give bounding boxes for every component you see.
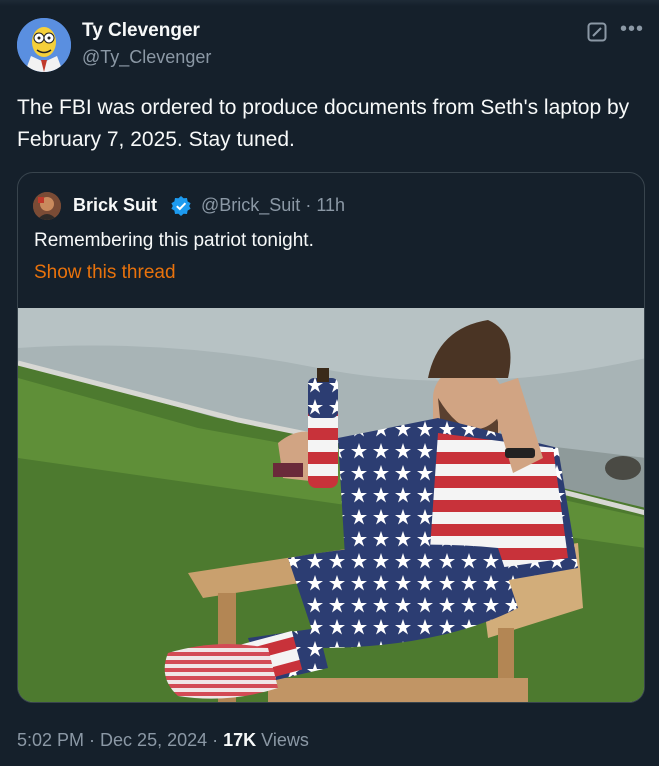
photo-illustration [18, 308, 644, 702]
quoted-author-avatar[interactable] [33, 192, 61, 220]
author-handle[interactable]: @Ty_Clevenger [82, 47, 211, 68]
footer-separator: · [207, 730, 224, 750]
author-name[interactable]: Ty Clevenger [82, 20, 200, 42]
more-dots-icon[interactable]: ••• [620, 18, 644, 41]
quoted-text: Remembering this patriot tonight. [34, 230, 314, 251]
quoted-author-name[interactable]: Brick Suit [73, 195, 157, 216]
quoted-tweet[interactable]: Brick Suit @Brick_Suit · 11h Remembering… [17, 172, 645, 703]
avatar-illustration [17, 18, 71, 72]
quoted-author-handle[interactable]: @Brick_Suit [201, 195, 300, 215]
quoted-meta: @Brick_Suit · 11h [201, 195, 345, 216]
tweet-time[interactable]: 5:02 PM [17, 730, 84, 750]
quoted-photo[interactable] [18, 308, 644, 702]
grok-icon[interactable] [587, 22, 607, 42]
show-thread-link[interactable]: Show this thread [34, 262, 176, 284]
views-count: 17K [223, 730, 257, 750]
author-avatar[interactable] [17, 18, 71, 72]
tweet-date[interactable]: Dec 25, 2024 [100, 730, 207, 750]
top-edge [0, 0, 659, 6]
verified-badge-icon [170, 195, 192, 217]
tweet-text: The FBI was ordered to produce documents… [17, 96, 630, 151]
tweet-footer: 5:02 PM · Dec 25, 2024 · 17K Views [17, 730, 309, 751]
quoted-age[interactable]: 11h [316, 195, 345, 215]
views-label: Views [256, 730, 309, 750]
footer-separator: · [84, 730, 101, 750]
quoted-avatar-illustration [33, 192, 61, 220]
meta-separator: · [300, 195, 317, 215]
